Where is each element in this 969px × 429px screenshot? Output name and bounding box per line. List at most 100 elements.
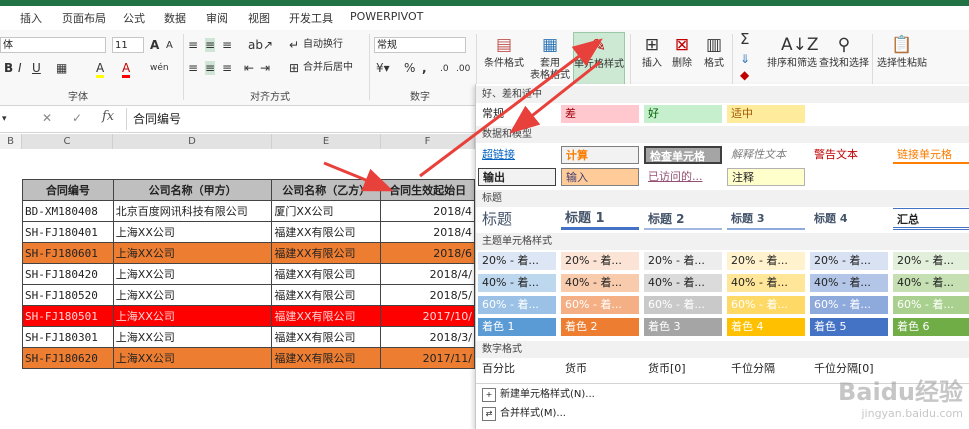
decrease-decimal-button[interactable]: .00	[456, 62, 470, 76]
tab-page-layout[interactable]: 页面布局	[62, 10, 106, 26]
style-pct60-accent-5[interactable]: 60% - 着...	[810, 296, 888, 314]
header-cell[interactable]: 公司名称（乙方）	[271, 179, 382, 201]
style-note[interactable]: 注释	[727, 168, 805, 186]
style-pct20-accent-3[interactable]: 20% - 着...	[644, 252, 722, 270]
tab-powerpivot[interactable]: POWERPIVOT	[350, 10, 423, 23]
name-box-dropdown-icon[interactable]: ▾	[2, 112, 7, 126]
table-cell[interactable]: 2018/4	[380, 200, 475, 222]
style-bad[interactable]: 差	[561, 105, 639, 123]
style-accent-5[interactable]: 着色 5	[810, 318, 888, 336]
tab-review[interactable]: 审阅	[206, 10, 228, 26]
style-pct60-accent-1[interactable]: 60% - 着...	[478, 296, 556, 314]
style-pct20-accent-4[interactable]: 20% - 着...	[727, 252, 805, 270]
align-right-icon[interactable]: ≡	[222, 61, 232, 75]
style-pct60-accent-6[interactable]: 60% - 着...	[893, 296, 969, 314]
style-input[interactable]: 输入	[561, 168, 639, 186]
table-cell[interactable]: SH-FJ180501	[22, 305, 114, 327]
font-color-icon[interactable]: A	[122, 61, 131, 78]
table-cell[interactable]: 上海XX公司	[112, 221, 273, 243]
autosum-icon[interactable]: Σ	[740, 32, 749, 47]
table-cell[interactable]: SH-FJ180420	[22, 263, 114, 285]
header-cell[interactable]: 公司名称（甲方）	[112, 179, 273, 201]
table-cell[interactable]: 厦门XX公司	[271, 200, 382, 222]
header-cell[interactable]: 合同生效起始日	[380, 179, 475, 201]
table-cell[interactable]: SH-FJ180301	[22, 326, 114, 348]
table-cell[interactable]: 福建XX有限公司	[271, 221, 382, 243]
style-pct20-accent-1[interactable]: 20% - 着...	[478, 252, 556, 270]
align-middle-icon[interactable]: ≡	[205, 38, 216, 52]
percent-button[interactable]: %	[404, 61, 415, 75]
header-cell[interactable]: 合同编号	[22, 179, 114, 201]
table-cell[interactable]: 上海XX公司	[112, 326, 273, 348]
style-total[interactable]: 汇总	[893, 208, 969, 230]
number-format-combo[interactable]: 常规	[374, 37, 466, 53]
format-cells-button[interactable]: ▥ 格式	[692, 32, 736, 88]
underline-button[interactable]: U	[32, 61, 41, 75]
insert-function-icon[interactable]: fx	[102, 110, 114, 124]
style-accent-4[interactable]: 着色 4	[727, 318, 805, 336]
table-cell[interactable]: 2018/3/	[380, 326, 475, 348]
style-comma[interactable]: 千位分隔	[727, 360, 805, 378]
style-pct40-accent-6[interactable]: 40% - 着...	[893, 274, 969, 292]
sort-filter-button[interactable]: A↓Z 排序和筛选	[766, 32, 819, 88]
fill-down-icon[interactable]: ⇓	[740, 52, 750, 66]
table-cell[interactable]: 2018/5/	[380, 284, 475, 306]
style-output[interactable]: 输出	[478, 168, 556, 186]
style-warning[interactable]: 警告文本	[810, 146, 888, 164]
style-calculation[interactable]: 计算	[561, 146, 639, 164]
cancel-icon[interactable]: ✕	[42, 111, 52, 125]
table-cell[interactable]: 上海XX公司	[112, 284, 273, 306]
table-cell[interactable]: 2018/4	[380, 221, 475, 243]
tab-view[interactable]: 视图	[248, 10, 270, 26]
borders-icon[interactable]: ▦	[56, 61, 67, 75]
table-cell[interactable]: 上海XX公司	[112, 263, 273, 285]
table-cell[interactable]: SH-FJ180620	[22, 347, 114, 369]
style-linked-cell[interactable]: 链接单元格	[893, 146, 969, 164]
shrink-font-icon[interactable]: A	[166, 39, 173, 53]
style-pct60-accent-4[interactable]: 60% - 着...	[727, 296, 805, 314]
style-title[interactable]: 标题	[478, 208, 556, 230]
increase-decimal-button[interactable]: .0	[440, 62, 449, 76]
orientation-icon[interactable]: ab↗	[248, 38, 273, 52]
style-normal[interactable]: 常规	[478, 105, 556, 123]
tab-data[interactable]: 数据	[164, 10, 186, 26]
style-currency-0[interactable]: 货币[0]	[644, 360, 722, 378]
table-cell[interactable]: 2018/4/	[380, 263, 475, 285]
style-pct20-accent-2[interactable]: 20% - 着...	[561, 252, 639, 270]
style-hyperlink[interactable]: 超链接	[478, 146, 556, 164]
style-pct60-accent-3[interactable]: 60% - 着...	[644, 296, 722, 314]
style-heading-4[interactable]: 标题 4	[810, 208, 888, 230]
table-cell[interactable]: 2017/10/	[380, 305, 475, 327]
style-pct20-accent-6[interactable]: 20% - 着...	[893, 252, 969, 270]
style-explanatory[interactable]: 解释性文本	[727, 146, 805, 164]
formula-input[interactable]: 合同编号	[126, 108, 482, 130]
format-as-table-button[interactable]: ▦ 套用 表格格式	[528, 32, 572, 88]
column-header[interactable]: D	[113, 134, 272, 149]
bold-button[interactable]: B	[4, 61, 13, 75]
style-pct20-accent-5[interactable]: 20% - 着...	[810, 252, 888, 270]
find-select-button[interactable]: ⚲ 查找和选择	[818, 32, 870, 88]
table-cell[interactable]: 福建XX有限公司	[271, 347, 382, 369]
indent-increase-icon[interactable]: ⇥	[260, 61, 270, 75]
table-cell[interactable]: 2017/11/	[380, 347, 475, 369]
phonetic-icon[interactable]: wén	[150, 61, 169, 75]
table-cell[interactable]: 上海XX公司	[112, 242, 273, 264]
style-accent-1[interactable]: 着色 1	[478, 318, 556, 336]
style-accent-3[interactable]: 着色 3	[644, 318, 722, 336]
style-heading-1[interactable]: 标题 1	[561, 208, 639, 230]
style-accent-6[interactable]: 着色 6	[893, 318, 969, 336]
style-pct60-accent-2[interactable]: 60% - 着...	[561, 296, 639, 314]
grow-font-icon[interactable]: A	[150, 38, 159, 52]
style-pct40-accent-3[interactable]: 40% - 着...	[644, 274, 722, 292]
currency-icon[interactable]: ¥▾	[376, 61, 390, 75]
column-header[interactable]: B	[0, 134, 22, 149]
style-heading-3[interactable]: 标题 3	[727, 208, 805, 230]
table-cell[interactable]: 福建XX有限公司	[271, 326, 382, 348]
style-pct40-accent-1[interactable]: 40% - 着...	[478, 274, 556, 292]
style-pct40-accent-4[interactable]: 40% - 着...	[727, 274, 805, 292]
align-left-icon[interactable]: ≡	[188, 61, 198, 75]
style-pct40-accent-5[interactable]: 40% - 着...	[810, 274, 888, 292]
column-header[interactable]: E	[272, 134, 381, 149]
italic-button[interactable]: I	[18, 61, 22, 75]
table-cell[interactable]: 2018/6	[380, 242, 475, 264]
